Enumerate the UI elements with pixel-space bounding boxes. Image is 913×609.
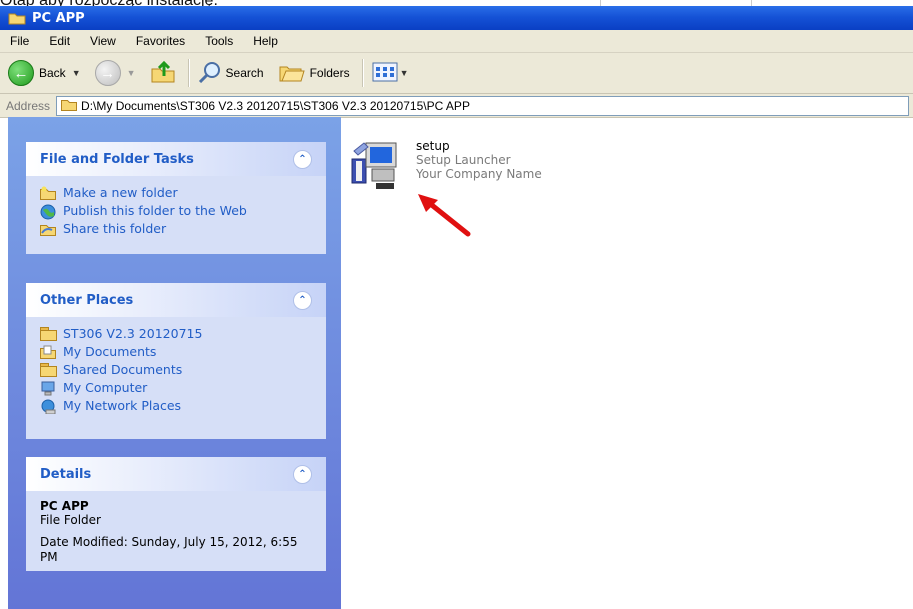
details-date-modified: Date Modified: Sunday, July 15, 2012, 6:… [40,535,298,564]
folder-icon [8,11,26,25]
menu-help[interactable]: Help [243,34,288,48]
file-description: Setup Launcher [416,153,511,167]
back-label: Back [39,66,66,80]
views-grid-icon [372,62,398,85]
shared-folder-icon [40,363,57,377]
place-label: My Network Places [63,398,182,413]
place-shared-documents[interactable]: Shared Documents [40,363,316,377]
search-icon [198,61,222,86]
menu-tools[interactable]: Tools [195,34,243,48]
menu-bar: File Edit View Favorites Tools Help [0,30,913,53]
details-item-type: File Folder [40,513,101,527]
title-bar[interactable]: PC APP [0,6,913,30]
toolbar-separator [187,59,190,87]
search-button[interactable]: Search [198,61,264,86]
folder-icon [40,327,57,341]
menu-edit[interactable]: Edit [39,34,80,48]
file-name: setup [416,139,450,153]
address-path: D:\My Documents\ST306 V2.3 20120715\ST30… [81,98,470,113]
collapse-chevron-icon[interactable]: ⌃ [293,149,312,169]
place-label: My Computer [63,380,148,395]
back-dropdown-icon[interactable]: ▼ [72,68,81,78]
menu-file[interactable]: File [0,34,39,48]
file-folder-tasks-panel: File and Folder Tasks ⌃ Make a new folde… [26,142,326,254]
folder-up-icon [150,60,176,87]
folders-icon [278,61,306,86]
place-label: Shared Documents [63,362,183,377]
toolbar-separator [361,59,364,87]
collapse-chevron-icon[interactable]: ⌃ [293,290,312,310]
address-label: Address [6,98,51,113]
search-label: Search [225,66,264,80]
back-arrow-icon: ← [8,60,34,86]
folder-icon [61,98,78,114]
task-publish-folder[interactable]: Publish this folder to the Web [40,203,316,220]
panel-title: Details [40,466,92,482]
folders-label: Folders [309,66,350,80]
panel-header[interactable]: Other Places ⌃ [26,283,326,317]
task-label: Share this folder [63,221,167,236]
file-company: Your Company Name [416,167,542,181]
menu-favorites[interactable]: Favorites [126,34,195,48]
documents-folder-icon [40,345,56,359]
new-folder-icon [40,186,56,200]
place-st306-folder[interactable]: ST306 V2.3 20120715 [40,327,316,341]
task-pane: File and Folder Tasks ⌃ Make a new folde… [8,117,341,609]
collapse-chevron-icon[interactable]: ⌃ [293,464,312,484]
red-pointer-arrow [418,194,471,237]
task-make-new-folder[interactable]: Make a new folder [40,186,316,200]
task-label: Publish this folder to the Web [63,203,247,218]
folders-button[interactable]: Folders [278,61,350,86]
panel-title: File and Folder Tasks [40,151,194,167]
place-my-computer[interactable]: My Computer [40,380,316,396]
address-bar: Address D:\My Documents\ST306 V2.3 20120… [0,94,913,118]
share-folder-icon [40,222,56,236]
place-label: My Documents [63,344,157,359]
panel-title: Other Places [40,292,134,308]
task-label: Make a new folder [63,185,178,200]
computer-icon [40,381,56,396]
panel-header[interactable]: Details ⌃ [26,457,326,491]
details-item-name: PC APP [40,499,89,513]
forward-arrow-icon: → [94,60,121,86]
explorer-window: PC APP File Edit View Favorites Tools He… [0,6,913,609]
globe-icon [40,204,56,220]
back-button[interactable]: ← Back ▼ [8,60,81,86]
menu-view[interactable]: View [80,34,126,48]
other-places-panel: Other Places ⌃ ST306 V2.3 20120715 My Do… [26,283,326,439]
setup-launcher-icon [346,139,402,191]
place-my-network-places[interactable]: My Network Places [40,398,316,415]
views-dropdown-icon[interactable]: ▼ [400,68,409,78]
forward-dropdown-icon[interactable]: ▼ [127,68,136,78]
window-title: PC APP [32,10,85,26]
views-button[interactable]: ▼ [372,62,409,85]
place-my-documents[interactable]: My Documents [40,345,316,359]
place-label: ST306 V2.3 20120715 [63,326,203,341]
details-panel: Details ⌃ PC APP File Folder Date Modifi… [26,457,326,571]
forward-button[interactable]: → ▼ [94,60,136,86]
up-button[interactable] [150,60,176,87]
network-globe-icon [40,399,56,415]
panel-header[interactable]: File and Folder Tasks ⌃ [26,142,326,176]
address-field[interactable]: D:\My Documents\ST306 V2.3 20120715\ST30… [56,95,909,116]
task-share-folder[interactable]: Share this folder [40,222,316,236]
toolbar: ← Back ▼ → ▼ Search Folders ▼ [0,53,913,94]
file-item-setup[interactable]: setup Setup Launcher Your Company Name [346,139,542,191]
